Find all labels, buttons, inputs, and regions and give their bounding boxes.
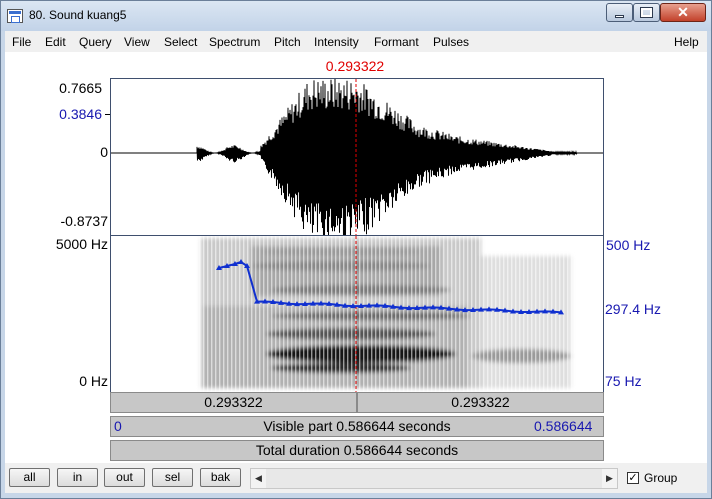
scroll-right-icon[interactable]: ▶	[602, 469, 617, 488]
visible-start-time: 0	[114, 418, 122, 434]
menu-bar: File Edit Query View Select Spectrum Pit…	[5, 31, 707, 52]
cursor-time-label: 0.293322	[325, 58, 385, 74]
spectrogram-striations	[199, 236, 574, 392]
spectrogram-freq-max: 5000 Hz	[55, 236, 108, 252]
praat-app-icon	[7, 9, 23, 23]
menu-view[interactable]: View	[124, 35, 150, 49]
zoom-back-button[interactable]: bak	[200, 468, 241, 487]
visible-part-label: Visible part 0.586644 seconds	[263, 418, 451, 434]
time-part-left[interactable]: 0.293322	[110, 392, 357, 413]
visible-end-time: 0.586644	[534, 418, 593, 434]
waveform-y-min: -0.8737	[60, 213, 108, 229]
menu-pulses[interactable]: Pulses	[433, 35, 469, 49]
menu-formant[interactable]: Formant	[374, 35, 419, 49]
visible-part-bar[interactable]: Visible part 0.586644 seconds	[110, 416, 604, 437]
zoom-selection-button[interactable]: sel	[152, 468, 193, 487]
group-checkbox[interactable]: ✓	[627, 472, 639, 484]
waveform-y-max: 0.7665	[59, 80, 102, 96]
minimize-icon	[615, 15, 624, 18]
pitch-value-label: 297.4 Hz	[605, 301, 662, 317]
close-button[interactable]: ✕	[660, 3, 706, 22]
menu-help[interactable]: Help	[674, 35, 699, 49]
menu-file[interactable]: File	[12, 35, 31, 49]
time-scrollbar[interactable]: ◀ ▶	[250, 468, 618, 489]
waveform-trace	[111, 78, 603, 243]
menu-select[interactable]: Select	[164, 35, 197, 49]
zoom-out-button[interactable]: out	[104, 468, 145, 487]
maximize-button[interactable]	[633, 3, 660, 22]
menu-spectrum[interactable]: Spectrum	[209, 35, 260, 49]
window-title: 80. Sound kuang5	[29, 8, 127, 22]
menu-pitch[interactable]: Pitch	[274, 35, 301, 49]
waveform-panel[interactable]	[110, 78, 604, 243]
waveform-y-zero: 0	[100, 144, 108, 160]
menu-intensity[interactable]: Intensity	[314, 35, 359, 49]
group-label: Group	[644, 471, 678, 485]
close-icon: ✕	[677, 4, 689, 20]
total-duration-bar[interactable]: Total duration 0.586644 seconds	[110, 440, 604, 461]
title-bar[interactable]: 80. Sound kuang5 ✕	[1, 1, 711, 31]
zoom-all-button[interactable]: all	[9, 468, 50, 487]
waveform-plot	[111, 78, 603, 243]
spectrogram-panel[interactable]	[110, 236, 604, 392]
minimize-button[interactable]	[606, 3, 633, 22]
maximize-icon	[640, 7, 653, 18]
time-part-right[interactable]: 0.293322	[357, 392, 604, 413]
zoom-in-button[interactable]: in	[57, 468, 98, 487]
spectrogram-plot	[199, 236, 574, 392]
menu-query[interactable]: Query	[79, 35, 112, 49]
menu-edit[interactable]: Edit	[45, 35, 66, 49]
waveform-y-cursor: 0.3846	[59, 106, 102, 122]
scroll-left-icon[interactable]: ◀	[251, 469, 266, 488]
pitch-axis-min: 75 Hz	[605, 373, 642, 389]
pitch-axis-max: 500 Hz	[606, 237, 651, 253]
spectrogram-freq-min: 0 Hz	[79, 373, 108, 389]
